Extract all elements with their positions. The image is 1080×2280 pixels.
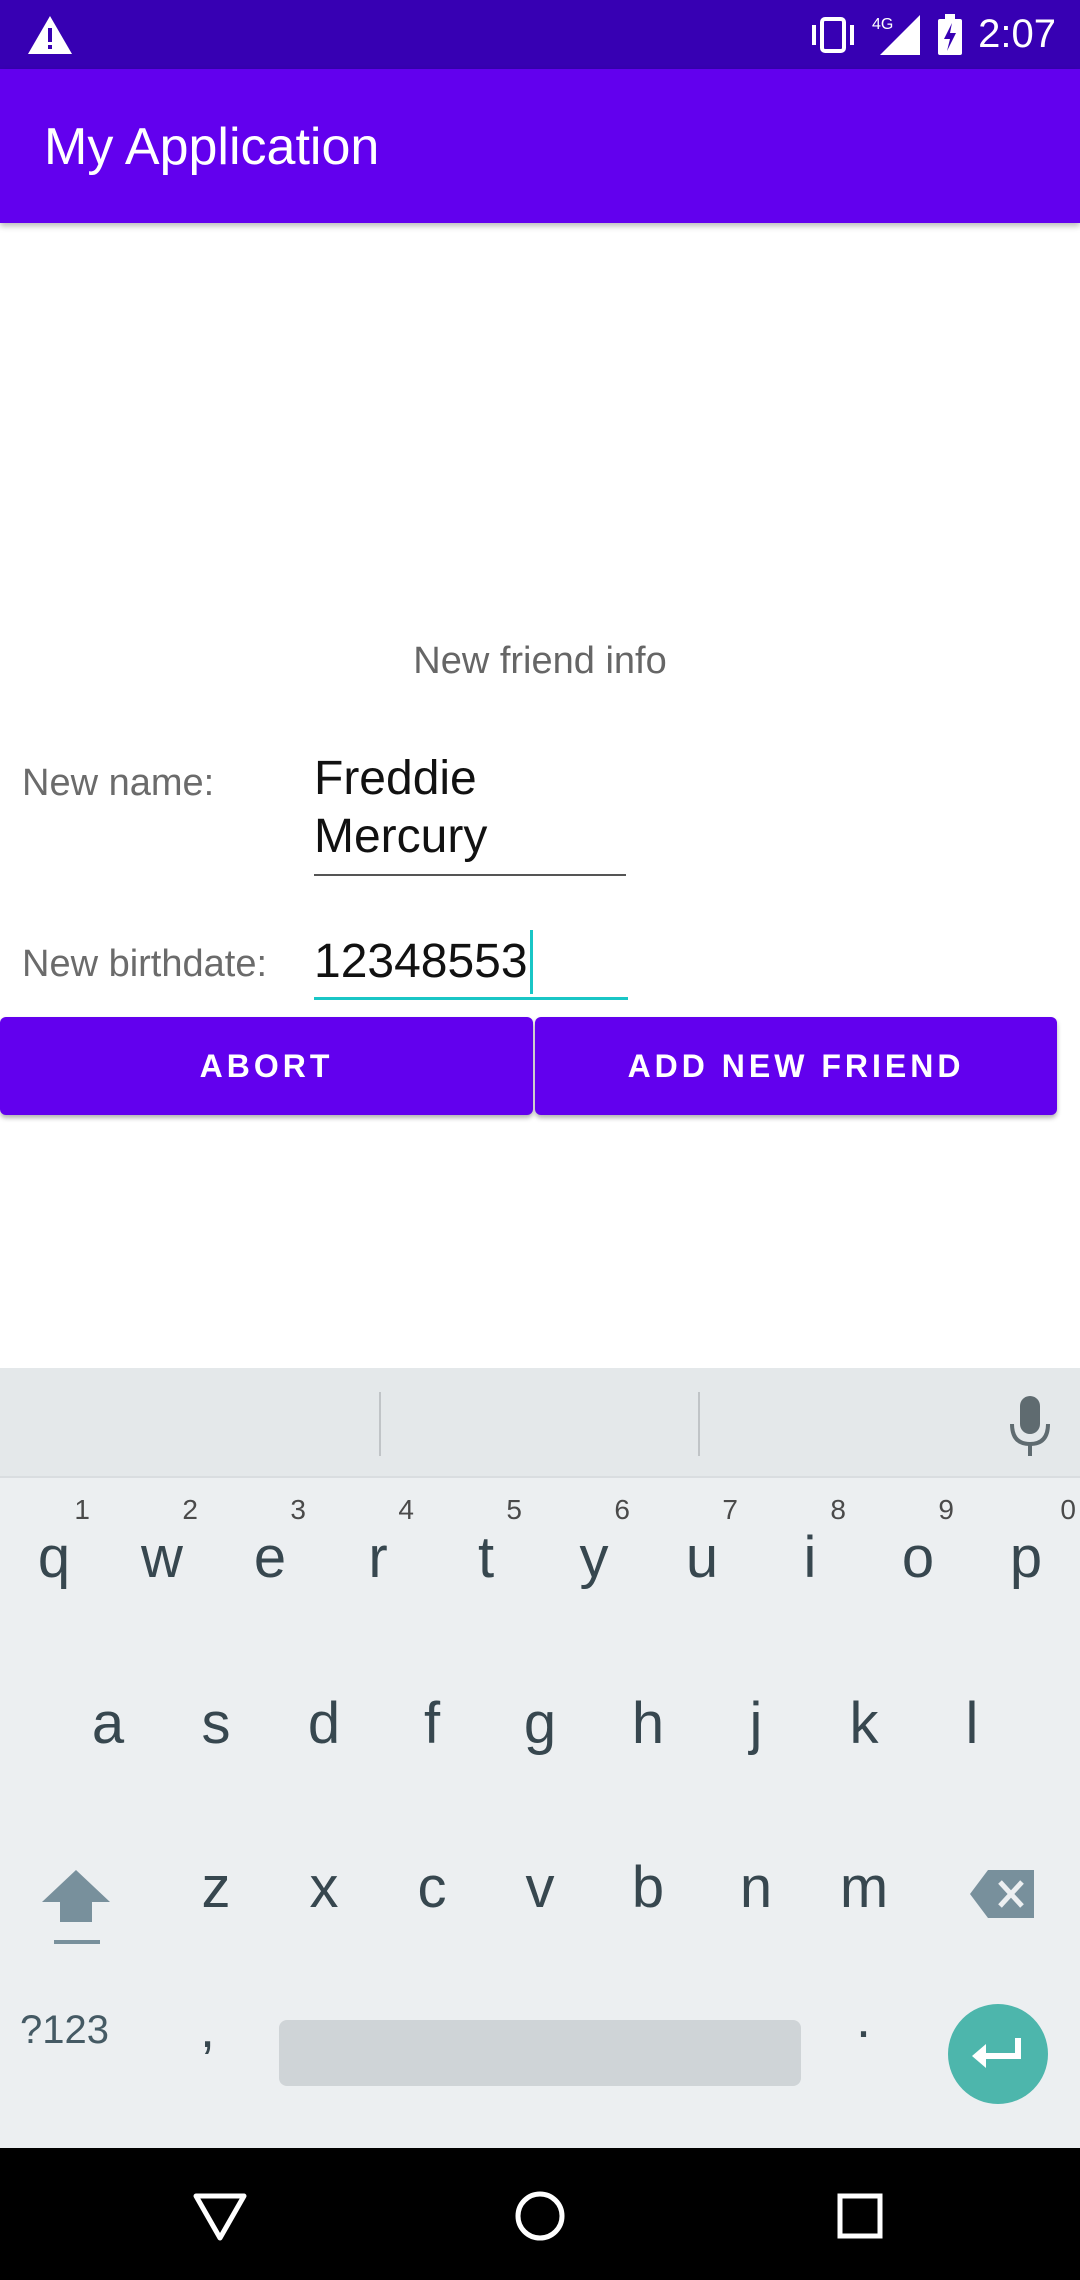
abort-button[interactable]: ABORT (0, 1017, 533, 1115)
key-label: u (685, 1525, 719, 1590)
birthdate-value: 12348553 (314, 935, 528, 988)
key-label: h (631, 1691, 665, 1756)
key-label: t (477, 1525, 495, 1590)
key-label: g (523, 1691, 557, 1756)
key-label: j (749, 1691, 763, 1756)
key-hint: 1 (74, 1494, 90, 1525)
key-v[interactable]: v (486, 1814, 594, 1974)
key-label: f (423, 1691, 441, 1756)
vibrate-icon (812, 16, 855, 53)
key-f[interactable]: f (378, 1650, 486, 1810)
enter-icon (972, 2038, 1021, 2068)
key-label: i (803, 1525, 817, 1590)
key-label: k (849, 1691, 879, 1756)
key-hint: 5 (506, 1494, 522, 1525)
key-e[interactable]: 3e (216, 1480, 324, 1640)
key-label: c (417, 1855, 447, 1920)
key-label: q (37, 1525, 71, 1590)
key-o[interactable]: 9o (864, 1480, 972, 1640)
key-hint: 3 (290, 1494, 306, 1525)
key-label: x (309, 1855, 339, 1920)
key-hint: 8 (830, 1494, 846, 1525)
key-g[interactable]: g (486, 1650, 594, 1810)
key-h[interactable]: h (594, 1650, 702, 1810)
key-x[interactable]: x (270, 1814, 378, 1974)
app-title: My Application (44, 118, 380, 176)
backspace-icon[interactable] (968, 1864, 1038, 1924)
key-q[interactable]: 1q (0, 1480, 108, 1640)
key-t[interactable]: 5t (432, 1480, 540, 1640)
form-heading: New friend info (413, 640, 667, 682)
signal-icon: 4G (872, 14, 921, 55)
key-m[interactable]: m (810, 1814, 918, 1974)
suggestion-divider (379, 1392, 381, 1456)
navigation-bar (0, 2148, 1080, 2280)
key-w[interactable]: 2w (108, 1480, 216, 1640)
key-hint: 6 (614, 1494, 630, 1525)
key-label: n (739, 1855, 773, 1920)
suggestion-strip (0, 1368, 1080, 1478)
key-y[interactable]: 6y (540, 1480, 648, 1640)
symbols-key[interactable]: ?123 (20, 2008, 109, 2053)
clock: 2:07 (978, 12, 1056, 56)
period-key[interactable]: . (856, 1988, 871, 2050)
comma-key[interactable]: , (200, 1998, 215, 2060)
key-hint: 2 (182, 1494, 198, 1525)
key-r[interactable]: 4r (324, 1480, 432, 1640)
soft-keyboard: 1q 2w 3e 4r 5t 6y 7u 8i 9o 0p a s d f g … (0, 1368, 1080, 2148)
key-a[interactable]: a (54, 1650, 162, 1810)
key-hint: 7 (722, 1494, 738, 1525)
key-b[interactable]: b (594, 1814, 702, 1974)
warning-icon (28, 16, 72, 54)
key-label: v (525, 1855, 555, 1920)
key-label: p (1009, 1525, 1043, 1590)
key-c[interactable]: c (378, 1814, 486, 1974)
enter-key[interactable] (948, 2004, 1048, 2104)
network-type-label: 4G (872, 16, 893, 33)
key-label: y (579, 1525, 609, 1590)
back-icon[interactable] (190, 2186, 250, 2246)
key-label: d (307, 1691, 341, 1756)
key-label: e (253, 1525, 287, 1590)
birthdate-field[interactable]: 12348553 (314, 930, 628, 1000)
key-label: m (839, 1855, 889, 1920)
key-s[interactable]: s (162, 1650, 270, 1810)
shift-icon[interactable] (36, 1860, 116, 1960)
key-k[interactable]: k (810, 1650, 918, 1810)
battery-charging-icon (938, 13, 963, 55)
key-i[interactable]: 8i (756, 1480, 864, 1640)
key-label: a (91, 1691, 125, 1756)
home-icon[interactable] (510, 2186, 570, 2246)
key-l[interactable]: l (918, 1650, 1026, 1810)
key-label: w (141, 1525, 183, 1590)
suggestion-divider (698, 1392, 700, 1456)
key-u[interactable]: 7u (648, 1480, 756, 1640)
key-n[interactable]: n (702, 1814, 810, 1974)
key-z[interactable]: z (162, 1814, 270, 1974)
name-field[interactable]: Freddie Mercury (314, 750, 626, 876)
birthdate-label: New birthdate: (22, 943, 268, 985)
key-label: l (965, 1691, 979, 1756)
name-value: Freddie Mercury (314, 752, 488, 863)
text-cursor (529, 930, 533, 994)
key-hint: 9 (938, 1494, 954, 1525)
name-label: New name: (22, 762, 215, 804)
app-bar: My Application (0, 69, 1080, 223)
key-label: s (201, 1691, 231, 1756)
recents-icon[interactable] (830, 2186, 890, 2246)
key-j[interactable]: j (702, 1650, 810, 1810)
key-p[interactable]: 0p (972, 1480, 1080, 1640)
key-hint: 4 (398, 1494, 414, 1525)
key-d[interactable]: d (270, 1650, 378, 1810)
key-label: o (901, 1525, 935, 1590)
space-bar[interactable] (279, 2020, 801, 2086)
key-label: r (368, 1525, 388, 1590)
key-label: b (631, 1855, 665, 1920)
microphone-icon[interactable] (1004, 1394, 1056, 1460)
status-bar: 4G 2:07 (0, 0, 1080, 69)
add-new-friend-button[interactable]: ADD NEW FRIEND (535, 1017, 1057, 1115)
key-label: z (201, 1855, 231, 1920)
key-hint: 0 (1060, 1494, 1076, 1525)
